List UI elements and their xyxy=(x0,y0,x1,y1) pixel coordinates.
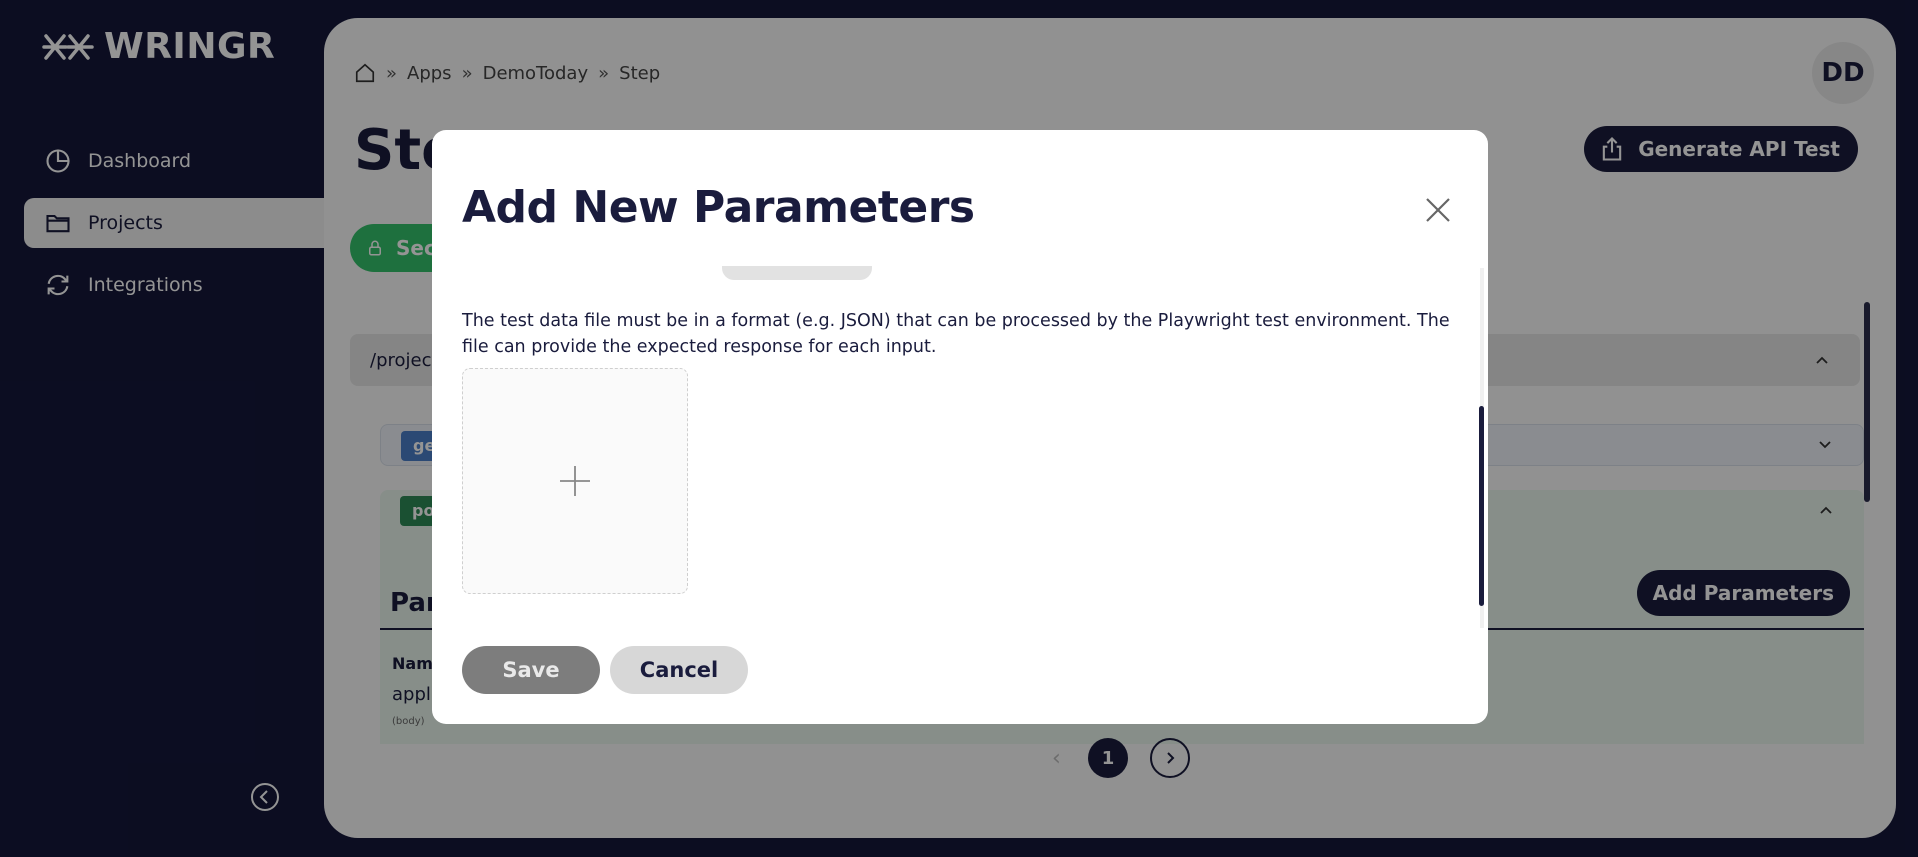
modal-title: Add New Parameters xyxy=(462,182,975,233)
partially-hidden-element xyxy=(722,266,872,280)
test-data-description: The test data file must be in a format (… xyxy=(462,311,1450,357)
plus-icon xyxy=(560,466,590,496)
modal-scrollbar-thumb[interactable] xyxy=(1479,406,1484,606)
cancel-button[interactable]: Cancel xyxy=(610,646,748,694)
save-button[interactable]: Save xyxy=(462,646,600,694)
add-parameters-modal: Add New Parameters The test data file mu… xyxy=(432,130,1488,724)
close-icon[interactable] xyxy=(1424,196,1452,224)
file-upload-dropzone[interactable] xyxy=(462,368,688,594)
